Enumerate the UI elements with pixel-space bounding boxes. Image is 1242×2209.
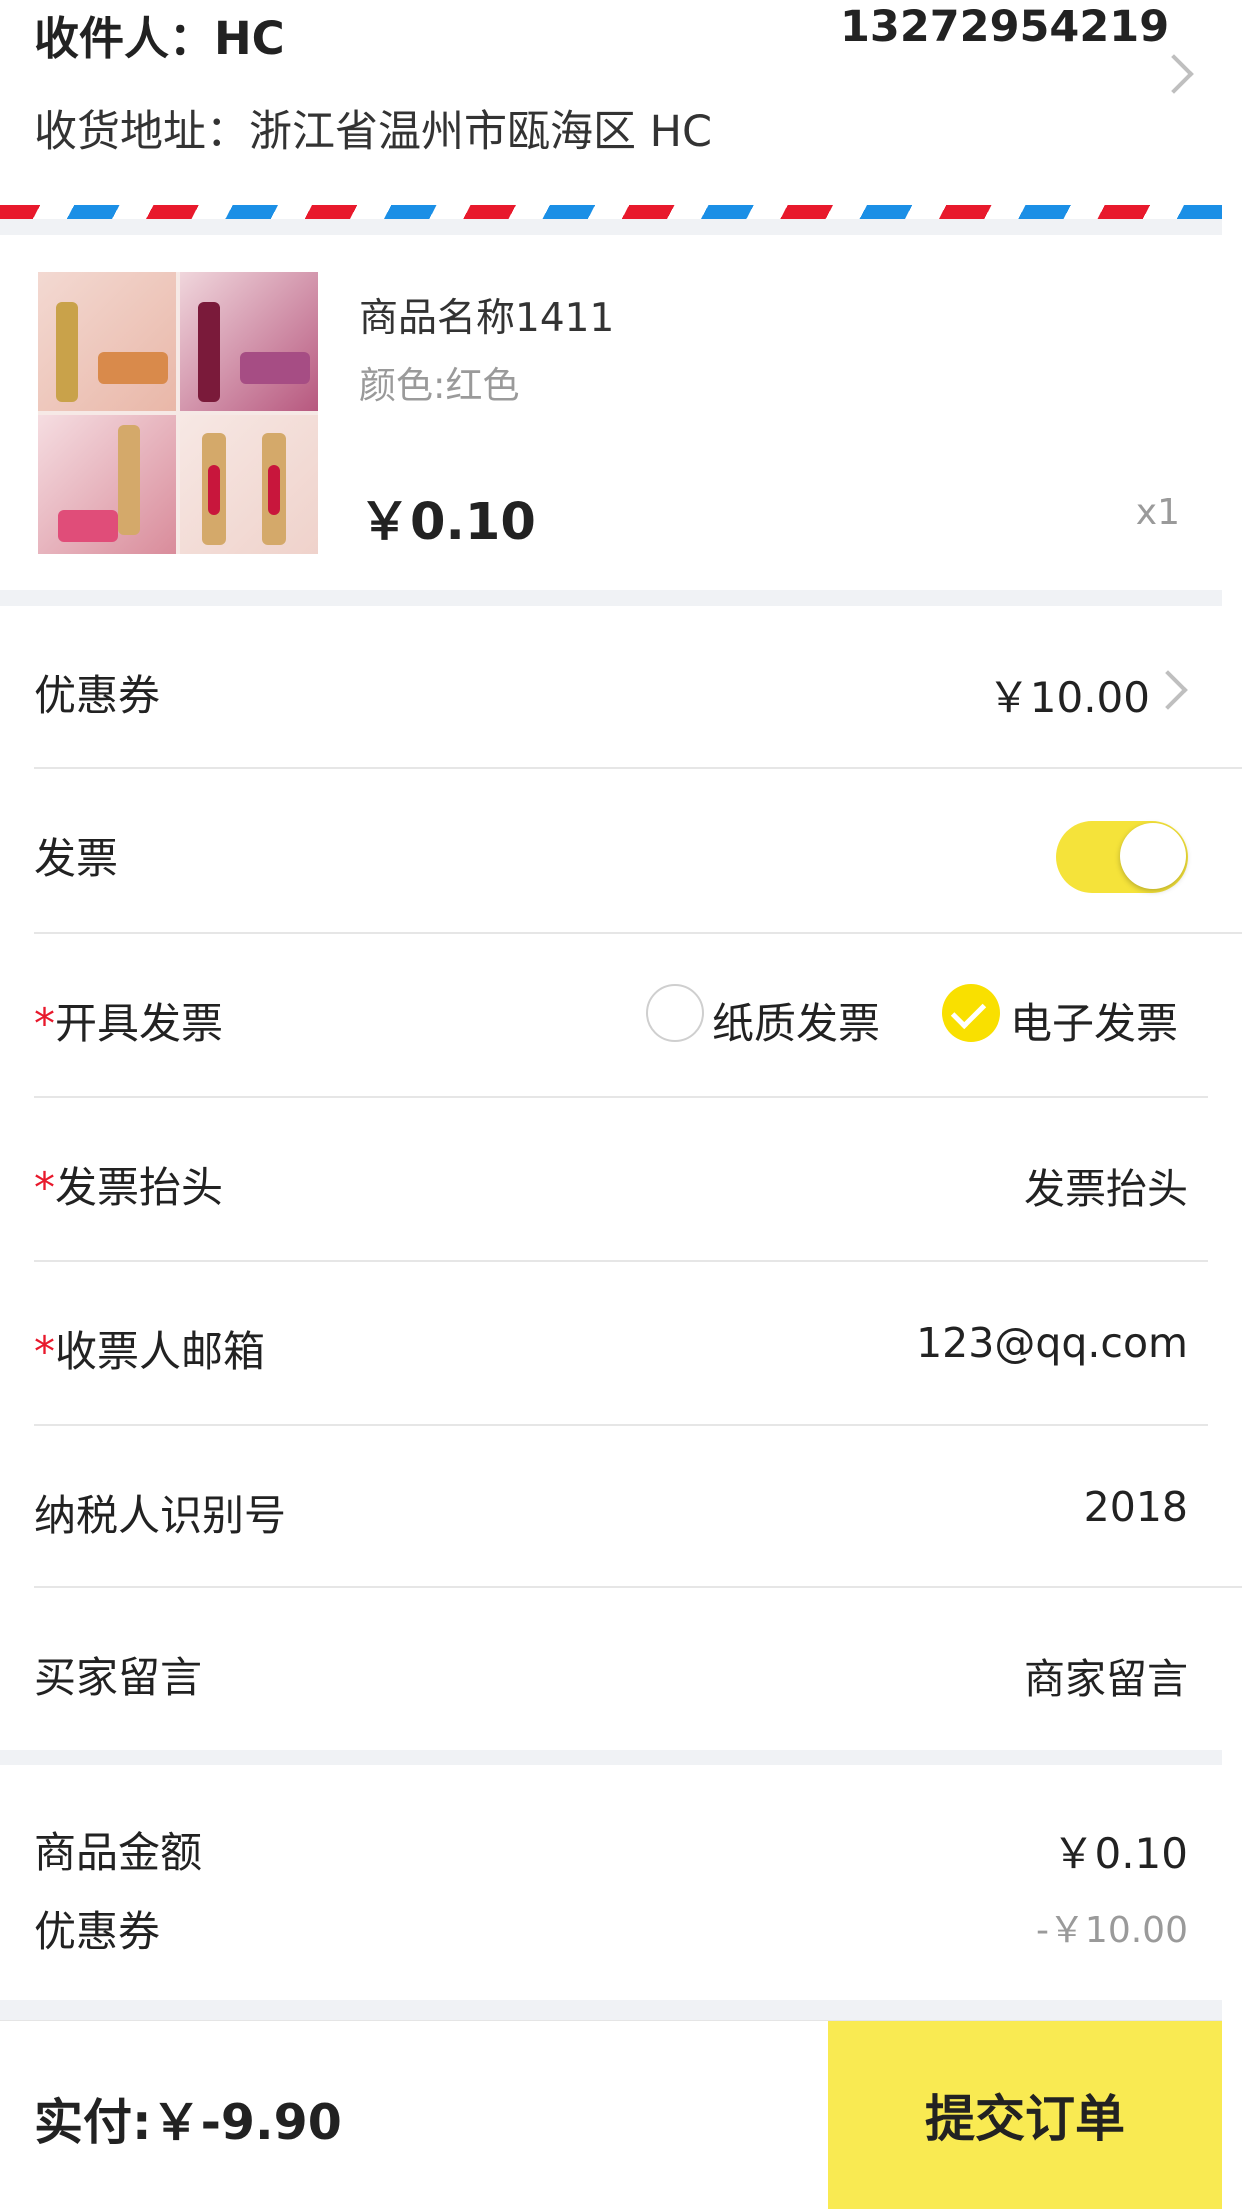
lipstick-photo-2: [180, 272, 318, 411]
coupon-label: 优惠券: [34, 671, 161, 720]
toggle-knob: [1120, 823, 1186, 889]
radio-paper-invoice[interactable]: [646, 984, 704, 1042]
product-price: ￥0.10: [359, 493, 536, 552]
product-image: [38, 272, 318, 554]
price-summary: 商品金额 ￥0.10 优惠券 -￥10.00: [0, 1765, 1222, 2000]
goods-amount-label: 商品金额: [34, 1828, 203, 1877]
section-gap: [0, 219, 1222, 235]
taxpayer-id-field[interactable]: 2018: [1084, 1483, 1188, 1531]
electronic-invoice-label[interactable]: 电子发票: [1010, 990, 1178, 1051]
recipient-phone: 13272954219: [840, 2, 1170, 52]
invoice-title-field[interactable]: 发票抬头: [1024, 1155, 1188, 1215]
invoice-toggle[interactable]: [1056, 821, 1188, 893]
submit-order-button[interactable]: 提交订单: [828, 2021, 1222, 2209]
shipping-address: 收货地址：浙江省温州市瓯海区 HC: [34, 107, 713, 157]
required-mark: *: [34, 1163, 55, 1212]
chevron-right-icon[interactable]: [1154, 54, 1194, 94]
section-gap: [0, 2000, 1222, 2020]
taxpayer-id-label: 纳税人识别号: [34, 1491, 287, 1540]
taxpayer-id-row[interactable]: 纳税人识别号 2018: [0, 1426, 1222, 1588]
shipping-address-card[interactable]: 收件人：HC 13272954219 收货地址：浙江省温州市瓯海区 HC: [0, 0, 1222, 205]
recipient-name: 收件人：HC: [34, 12, 285, 65]
section-gap: [0, 1750, 1222, 1765]
coupon-discount-value: -￥10.00: [1035, 1910, 1188, 1951]
invoice-type-row: *开具发票 纸质发票 电子发票: [0, 934, 1222, 1096]
invoice-type-label: *开具发票: [34, 990, 223, 1051]
goods-amount-value: ￥0.10: [1052, 1829, 1188, 1878]
coupon-value: ￥10.00: [987, 673, 1150, 722]
product-name: 商品名称1411: [359, 296, 615, 341]
invoice-type-label-text: 开具发票: [55, 999, 224, 1048]
invoice-title-label-text: 发票抬头: [55, 1163, 224, 1212]
coupon-discount-label: 优惠券: [34, 1907, 161, 1956]
checkout-bar: 实付:￥-9.90 提交订单: [0, 2020, 1222, 2209]
required-mark: *: [34, 999, 55, 1048]
coupon-row[interactable]: 优惠券 ￥10.00: [0, 606, 1222, 768]
invoice-email-label: *收票人邮箱: [34, 1318, 265, 1379]
required-mark: *: [34, 1327, 55, 1376]
invoice-label: 发票: [34, 834, 119, 883]
lipstick-photo-1: [38, 272, 176, 411]
radio-electronic-invoice[interactable]: [942, 984, 1000, 1042]
actual-payment: 实付:￥-9.90: [34, 2094, 342, 2151]
buyer-message-label: 买家留言: [34, 1653, 203, 1702]
product-quantity: x1: [1135, 492, 1180, 533]
product-item[interactable]: 商品名称1411 颜色:红色 ￥0.10 x1: [0, 235, 1222, 590]
buyer-message-field[interactable]: 商家留言: [1024, 1645, 1188, 1705]
product-color: 颜色:红色: [359, 364, 520, 407]
section-gap: [0, 590, 1222, 606]
chevron-right-icon[interactable]: [1148, 670, 1188, 710]
paper-invoice-label[interactable]: 纸质发票: [712, 990, 880, 1051]
invoice-email-row[interactable]: *收票人邮箱 123@qq.com: [0, 1262, 1222, 1424]
buyer-message-row[interactable]: 买家留言 商家留言: [0, 1588, 1222, 1750]
invoice-email-field[interactable]: 123@qq.com: [916, 1319, 1188, 1367]
invoice-title-label: *发票抬头: [34, 1154, 223, 1215]
invoice-title-row[interactable]: *发票抬头 发票抬头: [0, 1098, 1222, 1260]
lipstick-photo-4: [180, 415, 318, 554]
order-confirm-page: 收件人：HC 13272954219 收货地址：浙江省温州市瓯海区 HC 商品名…: [0, 0, 1242, 2209]
lipstick-photo-3: [38, 415, 176, 554]
invoice-email-label-text: 收票人邮箱: [55, 1327, 266, 1376]
airmail-stripe-divider: [0, 205, 1222, 219]
invoice-row: 发票: [0, 769, 1222, 931]
